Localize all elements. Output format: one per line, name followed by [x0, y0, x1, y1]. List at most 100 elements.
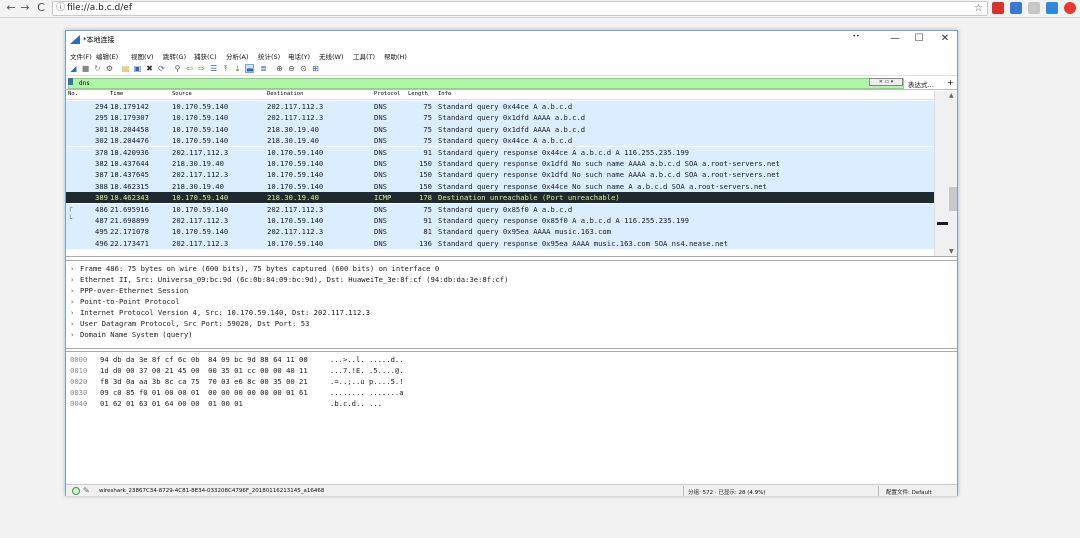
go-forward-icon[interactable]: ⇨ [197, 64, 206, 73]
detail-row-frame[interactable]: › Frame 486: 75 bytes on wire (600 bits),… [70, 264, 439, 273]
menu-capture[interactable]: 捕获(C) [194, 51, 217, 61]
col-header-time[interactable]: Time [110, 91, 123, 97]
address-bar[interactable]: ⓘ file://a.b.c.d/ef ☆ [52, 1, 988, 16]
display-filter-bar: dns ✕ ▭ ▾ 表达式… + [66, 77, 957, 90]
capture-status-icon[interactable] [72, 487, 80, 495]
edit-comment-icon[interactable]: ✎ [83, 486, 90, 495]
packet-row[interactable]: 302 18.204476 10.170.59.140 218.30.19.40 DNS… [66, 135, 934, 147]
open-file-icon[interactable]: ▤ [121, 64, 130, 73]
reload-file-icon[interactable]: ⟳ [157, 64, 166, 73]
expression-button[interactable]: 表达式… [908, 79, 934, 89]
expand-caret-icon[interactable]: › [70, 319, 80, 328]
detail-row-pppoe[interactable]: › PPP-over-Ethernet Session [70, 286, 188, 295]
col-header-no[interactable]: No. [68, 91, 78, 97]
info-icon[interactable]: ⓘ [56, 2, 65, 15]
profile-label[interactable]: 配置文件: Default [886, 488, 932, 496]
minimize-button[interactable]: — [885, 33, 905, 44]
expand-caret-icon[interactable]: › [70, 297, 80, 306]
packet-details-pane[interactable]: › Frame 486: 75 bytes on wire (600 bits),… [66, 260, 957, 349]
scroll-down-icon[interactable]: ▼ [949, 248, 954, 255]
pin-icon[interactable]: •• [846, 33, 866, 40]
menu-tools[interactable]: 工具(T) [353, 51, 375, 61]
menu-wireless[interactable]: 无线(W) [319, 51, 344, 61]
packet-row[interactable]: 382 18.437644 218.30.19.40 10.170.59.140 DNS… [66, 158, 934, 170]
detail-row-dns[interactable]: › Domain Name System (query) [70, 330, 193, 339]
scroll-thumb[interactable] [949, 187, 957, 211]
zoom-out-icon[interactable]: ⊖ [287, 64, 296, 73]
extension-new-icon[interactable] [1046, 2, 1058, 14]
packet-row[interactable]: 495 22.171078 10.170.59.140 202.117.112.3 DN… [66, 226, 934, 238]
menu-telephony[interactable]: 电话(Y) [288, 51, 310, 61]
related-packet-icon: ┌ [68, 203, 73, 212]
col-header-info[interactable]: Info [438, 91, 451, 97]
expand-caret-icon[interactable]: › [70, 308, 80, 317]
col-header-protocol[interactable]: Protocol [374, 91, 401, 97]
col-header-source[interactable]: Source [172, 91, 192, 97]
start-capture-icon[interactable]: ◢ [69, 64, 78, 73]
add-filter-button[interactable]: + [947, 78, 954, 87]
detail-row-udp[interactable]: › User Datagram Protocol, Src Port: 59020… [70, 319, 309, 328]
find-packet-icon[interactable]: ⚲ [173, 64, 182, 73]
filter-bookmark-icon[interactable] [68, 78, 73, 85]
packet-list-scrollbar[interactable]: ▲ ▼ [934, 91, 957, 256]
close-button[interactable]: ✕ [935, 33, 955, 44]
menu-analyze[interactable]: 分析(A) [226, 51, 249, 61]
packet-row[interactable]: 388 18.462315 218.30.19.40 10.170.59.140 DNS… [66, 180, 934, 193]
expand-caret-icon[interactable]: › [70, 330, 80, 339]
col-header-destination[interactable]: Destination [267, 91, 303, 97]
packet-row[interactable]: 389 18.462343 10.170.59.140 218.30.19.40 ICM… [66, 192, 934, 204]
restart-capture-icon[interactable]: ↻ [93, 64, 102, 73]
menu-file[interactable]: 文件(F) [70, 51, 92, 61]
packet-row[interactable]: 387 18.437645 202.117.112.3 10.170.59.140 DN… [66, 169, 934, 181]
packet-row[interactable]: 496 22.173471 202.117.112.3 10.170.59.140 DN… [66, 237, 934, 250]
packet-cell-len: 75 [423, 204, 432, 214]
forward-button[interactable]: → [18, 1, 32, 15]
packet-row[interactable]: 486 21.695916 10.170.59.140 202.117.112.3 DN… [66, 203, 934, 215]
packet-cell-proto: DNS [374, 238, 387, 248]
expand-caret-icon[interactable]: › [70, 286, 80, 295]
stop-capture-icon[interactable]: ■ [81, 64, 90, 73]
normal-size-icon[interactable]: ⊙ [299, 64, 308, 73]
detail-row-ipv4[interactable]: › Internet Protocol Version 4, Src: 10.17… [70, 308, 370, 317]
extension-translate-icon[interactable] [1010, 2, 1022, 14]
filter-clear-apply-icon[interactable]: ✕ ▭ ▾ [869, 78, 903, 86]
packet-row[interactable]: 294 18.179142 10.170.59.140 202.117.112.3 DN… [66, 101, 934, 113]
packet-cell-no: 495 [95, 227, 108, 237]
zoom-in-icon[interactable]: ⊕ [275, 64, 284, 73]
packet-row[interactable]: 301 18.204458 10.170.59.140 218.30.19.40 DNS… [66, 123, 934, 136]
bookmark-star-icon[interactable]: ☆ [974, 2, 983, 15]
extension-red-icon[interactable] [992, 2, 1004, 14]
extension-opera-icon[interactable] [1064, 2, 1076, 14]
packet-row[interactable]: 378 18.420936 202.117.112.3 10.170.59.140 DN… [66, 146, 934, 158]
colorize-icon[interactable]: ≣ [259, 64, 268, 73]
menu-edit[interactable]: 编辑(E) [96, 51, 118, 61]
packet-row[interactable]: 295 18.179307 10.170.59.140 202.117.112.3 DN… [66, 112, 934, 124]
expand-caret-icon[interactable]: › [70, 275, 80, 284]
menu-help[interactable]: 帮助(H) [384, 51, 407, 61]
go-to-packet-icon[interactable]: ☰ [209, 64, 218, 73]
save-file-icon[interactable]: ▣ [133, 64, 142, 73]
col-header-length[interactable]: Length [408, 91, 428, 97]
expand-caret-icon[interactable]: › [70, 264, 80, 273]
resize-columns-icon[interactable]: ⊞ [311, 64, 320, 73]
menu-view[interactable]: 视图(V) [131, 51, 154, 61]
go-back-icon[interactable]: ⇦ [185, 64, 194, 73]
scroll-up-icon[interactable]: ▲ [949, 92, 954, 99]
autoscroll-icon[interactable]: ▬ [245, 64, 254, 74]
packet-row[interactable]: 487 21.698899 202.117.112.3 10.170.59.140 DN… [66, 215, 934, 227]
packet-bytes-pane[interactable]: 0000 94 db da 3e 8f cf 6c 0b 84 09 bc 9d … [66, 351, 957, 484]
packet-list[interactable]: No. Time Source Destination Protocol Len… [66, 91, 957, 257]
extension-grey-icon[interactable] [1028, 2, 1040, 14]
back-button[interactable]: ← [4, 1, 18, 15]
reload-button[interactable]: C [34, 1, 48, 15]
menu-statistics[interactable]: 统计(S) [258, 51, 280, 61]
capture-options-icon[interactable]: ⚙ [105, 64, 114, 73]
display-filter-input[interactable]: dns [68, 78, 904, 89]
menu-go[interactable]: 跳转(G) [163, 51, 186, 61]
detail-row-ppp[interactable]: › Point-to-Point Protocol [70, 297, 180, 306]
last-packet-icon[interactable]: ⤓ [233, 64, 242, 73]
close-file-icon[interactable]: ✖ [145, 64, 154, 73]
maximize-button[interactable]: ☐ [909, 33, 929, 44]
first-packet-icon[interactable]: ⤒ [221, 64, 230, 73]
detail-row-ethernet[interactable]: › Ethernet II, Src: Universa_09:bc:9d (6c… [70, 275, 508, 284]
